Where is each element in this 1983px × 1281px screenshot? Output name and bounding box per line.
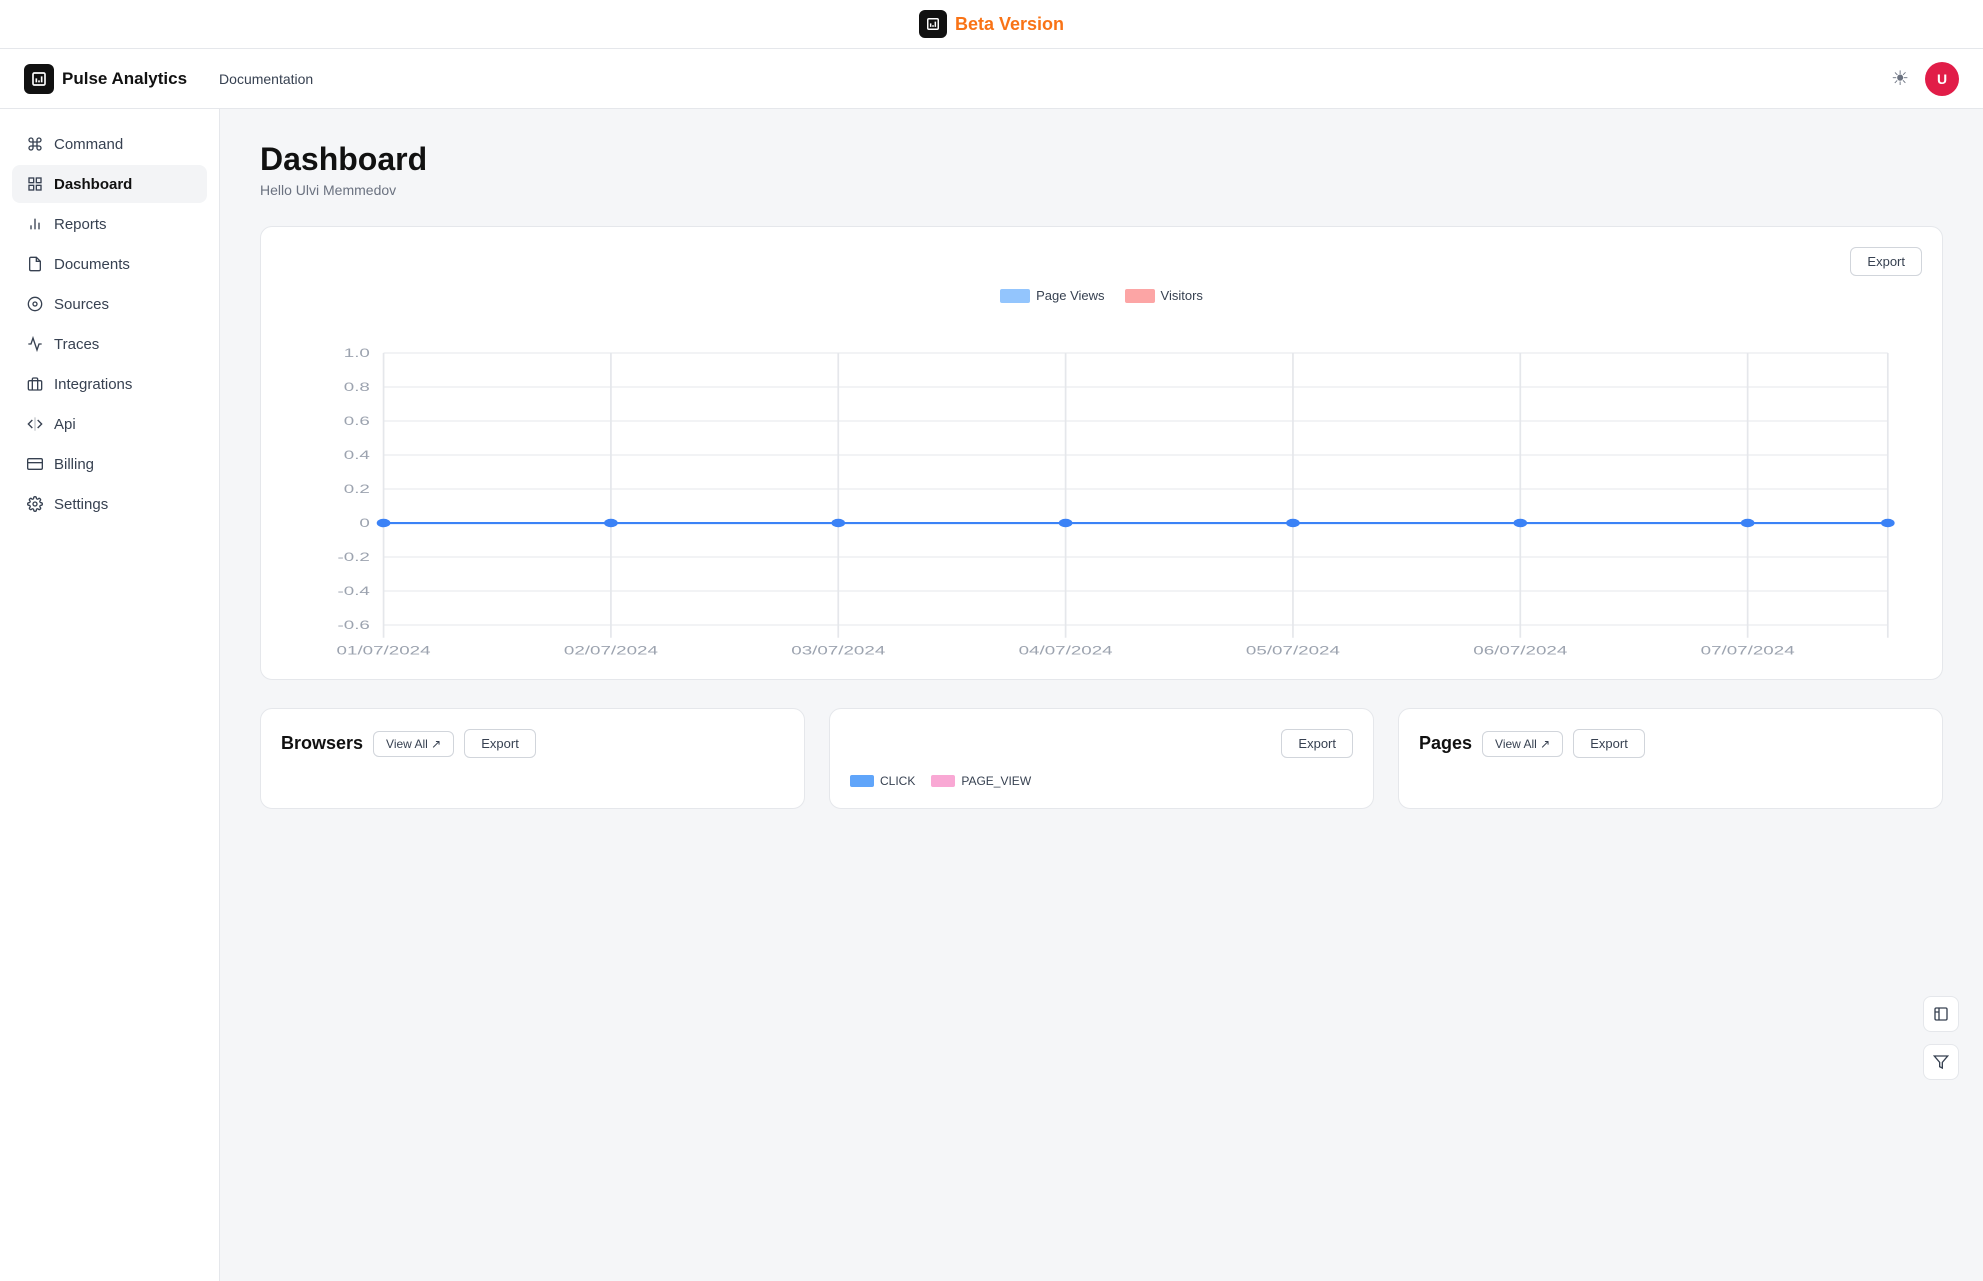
chart-svg: 1.0 0.8 0.6 0.4 0.2 0 -0.2 -0.4 -0.6 — [281, 319, 1922, 659]
svg-text:0: 0 — [359, 518, 370, 531]
sidebar-label-traces: Traces — [54, 336, 99, 353]
bottom-cards-row: Browsers View All ↗ Export Export CLICK — [260, 708, 1943, 809]
svg-text:0.6: 0.6 — [344, 416, 370, 429]
sidebar-item-traces[interactable]: Traces — [12, 325, 207, 363]
legend-pageviews-color — [1000, 289, 1030, 303]
legend-pageviews-label: Page Views — [1036, 288, 1104, 303]
svg-text:-0.4: -0.4 — [338, 586, 371, 599]
brand-name: Pulse Analytics — [62, 69, 187, 89]
sidebar-label-command: Command — [54, 136, 123, 153]
billing-icon — [26, 455, 44, 473]
doc-link[interactable]: Documentation — [219, 71, 313, 87]
navbar: Pulse Analytics Documentation ☀ U — [0, 49, 1983, 109]
svg-text:0.4: 0.4 — [344, 450, 370, 463]
pages-card: Pages View All ↗ Export — [1398, 708, 1943, 809]
svg-text:04/07/2024: 04/07/2024 — [1019, 645, 1113, 658]
sidebar-item-api[interactable]: Api — [12, 405, 207, 443]
chart-header: Export — [281, 247, 1922, 276]
events-card-header: Export — [850, 729, 1353, 758]
sidebar-label-settings: Settings — [54, 496, 108, 513]
sidebar-label-api: Api — [54, 416, 76, 433]
svg-text:05/07/2024: 05/07/2024 — [1246, 645, 1340, 658]
banner-text: Beta Version — [955, 14, 1064, 35]
browsers-export-button[interactable]: Export — [464, 729, 536, 758]
chart-area: 1.0 0.8 0.6 0.4 0.2 0 -0.2 -0.4 -0.6 — [281, 319, 1922, 659]
legend-visitors-color — [1125, 289, 1155, 303]
page-subtitle: Hello Ulvi Memmedov — [260, 182, 1943, 198]
traces-icon — [26, 335, 44, 353]
documents-icon — [26, 255, 44, 273]
events-card: Export CLICK PAGE_VIEW — [829, 708, 1374, 809]
events-legend-pageview: PAGE_VIEW — [931, 774, 1031, 788]
sidebar-item-documents[interactable]: Documents — [12, 245, 207, 283]
sidebar: Command Dashboard Reports Documents — [0, 109, 220, 1281]
sidebar-item-dashboard[interactable]: Dashboard — [12, 165, 207, 203]
api-icon — [26, 415, 44, 433]
sidebar-label-billing: Billing — [54, 456, 94, 473]
svg-text:06/07/2024: 06/07/2024 — [1473, 645, 1567, 658]
main-chart-card: Export Page Views Visitors — [260, 226, 1943, 680]
sidebar-item-settings[interactable]: Settings — [12, 485, 207, 523]
sidebar-label-dashboard: Dashboard — [54, 176, 132, 193]
svg-text:03/07/2024: 03/07/2024 — [791, 645, 885, 658]
browsers-view-all-button[interactable]: View All ↗ — [373, 731, 454, 757]
events-legend-click: CLICK — [850, 774, 915, 788]
svg-text:02/07/2024: 02/07/2024 — [564, 645, 658, 658]
brand-icon — [24, 64, 54, 94]
sidebar-label-documents: Documents — [54, 256, 130, 273]
browsers-title: Browsers — [281, 733, 363, 754]
events-click-label: CLICK — [880, 774, 915, 788]
legend-visitors: Visitors — [1125, 288, 1203, 303]
svg-text:0.2: 0.2 — [344, 484, 370, 497]
command-icon — [26, 135, 44, 153]
pages-export-button[interactable]: Export — [1573, 729, 1645, 758]
sidebar-item-billing[interactable]: Billing — [12, 445, 207, 483]
sources-icon — [26, 295, 44, 313]
events-legend: CLICK PAGE_VIEW — [850, 774, 1353, 788]
chart-legend: Page Views Visitors — [281, 288, 1922, 303]
svg-text:-0.6: -0.6 — [338, 620, 371, 633]
chart-export-button[interactable]: Export — [1850, 247, 1922, 276]
navbar-right: ☀ U — [1891, 62, 1959, 96]
events-pageview-label: PAGE_VIEW — [961, 774, 1031, 788]
settings-icon — [26, 495, 44, 513]
main-content: Dashboard Hello Ulvi Memmedov Export Pag… — [220, 109, 1983, 1281]
right-panel — [1923, 996, 1959, 1080]
panel-filter-icon[interactable] — [1923, 1044, 1959, 1080]
pages-title: Pages — [1419, 733, 1472, 754]
sidebar-item-reports[interactable]: Reports — [12, 205, 207, 243]
events-export-button[interactable]: Export — [1281, 729, 1353, 758]
reports-icon — [26, 215, 44, 233]
sidebar-label-integrations: Integrations — [54, 376, 132, 393]
events-pageview-color — [931, 775, 955, 787]
banner-icon — [919, 10, 947, 38]
navbar-brand[interactable]: Pulse Analytics — [24, 64, 187, 94]
browsers-card: Browsers View All ↗ Export — [260, 708, 805, 809]
sidebar-item-integrations[interactable]: Integrations — [12, 365, 207, 403]
top-banner: Beta Version — [0, 0, 1983, 49]
panel-layout-icon[interactable] — [1923, 996, 1959, 1032]
legend-visitors-label: Visitors — [1161, 288, 1203, 303]
sidebar-item-command[interactable]: Command — [12, 125, 207, 163]
user-avatar[interactable]: U — [1925, 62, 1959, 96]
pages-card-header: Pages View All ↗ Export — [1419, 729, 1922, 758]
svg-text:0.8: 0.8 — [344, 382, 370, 395]
svg-text:07/07/2024: 07/07/2024 — [1701, 645, 1795, 658]
pages-view-all-button[interactable]: View All ↗ — [1482, 731, 1563, 757]
sidebar-item-sources[interactable]: Sources — [12, 285, 207, 323]
dashboard-icon — [26, 175, 44, 193]
svg-text:01/07/2024: 01/07/2024 — [337, 645, 431, 658]
integrations-icon — [26, 375, 44, 393]
svg-text:1.0: 1.0 — [344, 348, 370, 361]
layout: Command Dashboard Reports Documents — [0, 109, 1983, 1281]
sidebar-label-reports: Reports — [54, 216, 107, 233]
svg-text:-0.2: -0.2 — [338, 552, 370, 565]
page-title: Dashboard — [260, 141, 1943, 178]
events-click-color — [850, 775, 874, 787]
browsers-card-header: Browsers View All ↗ Export — [281, 729, 784, 758]
theme-toggle[interactable]: ☀ — [1891, 66, 1909, 91]
sidebar-label-sources: Sources — [54, 296, 109, 313]
legend-pageviews: Page Views — [1000, 288, 1104, 303]
